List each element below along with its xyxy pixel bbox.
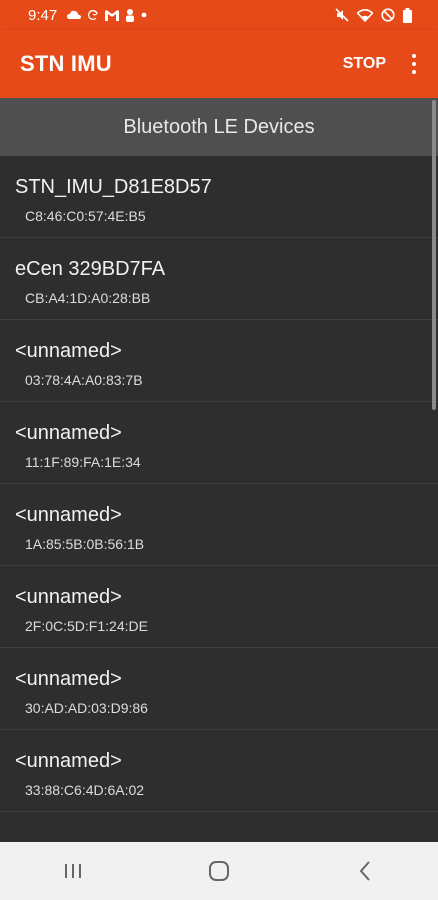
back-icon bbox=[359, 861, 370, 881]
device-name: <unnamed> bbox=[15, 504, 122, 526]
device-item[interactable] bbox=[0, 812, 438, 842]
status-left-icons bbox=[67, 8, 147, 22]
status-time: 9:47 bbox=[28, 6, 58, 24]
device-name: <unnamed> bbox=[15, 750, 122, 772]
recent-apps-icon bbox=[65, 864, 81, 878]
back-button[interactable] bbox=[335, 851, 395, 891]
wifi-icon bbox=[357, 8, 373, 22]
device-address: 2F:0C:5D:F1:24:DE bbox=[25, 618, 148, 634]
person-icon bbox=[125, 8, 135, 22]
app-title: STN IMU bbox=[20, 51, 112, 76]
google-icon bbox=[87, 9, 99, 21]
battery-icon bbox=[403, 7, 412, 23]
gmail-icon bbox=[105, 9, 120, 21]
do-not-disturb-icon bbox=[381, 8, 395, 22]
device-name: <unnamed> bbox=[15, 422, 122, 444]
scrollbar-thumb[interactable] bbox=[432, 100, 436, 410]
stop-button[interactable]: STOP bbox=[343, 55, 386, 73]
device-address: 30:AD:AD:03:D9:86 bbox=[25, 700, 148, 716]
device-item[interactable]: STN_IMU_D81E8D57 C8:46:C0:57:4E:B5 bbox=[0, 156, 438, 238]
section-header: Bluetooth LE Devices bbox=[0, 98, 438, 156]
device-name: <unnamed> bbox=[15, 668, 122, 690]
device-address: CB:A4:1D:A0:28:BB bbox=[25, 290, 151, 306]
mute-icon bbox=[335, 8, 349, 22]
section-title: Bluetooth LE Devices bbox=[123, 115, 315, 138]
recent-apps-button[interactable] bbox=[43, 851, 103, 891]
home-button[interactable] bbox=[189, 851, 249, 891]
device-address: 03:78:4A:A0:83:7B bbox=[25, 372, 143, 388]
device-item[interactable]: eCen 329BD7FA CB:A4:1D:A0:28:BB bbox=[0, 238, 438, 320]
device-item[interactable]: <unnamed> 11:1F:89:FA:1E:34 bbox=[0, 402, 438, 484]
device-item[interactable]: <unnamed> 2F:0C:5D:F1:24:DE bbox=[0, 566, 438, 648]
home-icon bbox=[209, 861, 229, 881]
device-address: 1A:85:5B:0B:56:1B bbox=[25, 536, 145, 552]
device-name: eCen 329BD7FA bbox=[15, 258, 166, 280]
device-name: STN_IMU_D81E8D57 bbox=[15, 176, 212, 198]
device-name: <unnamed> bbox=[15, 340, 122, 362]
device-address: C8:46:C0:57:4E:B5 bbox=[25, 208, 146, 224]
device-item[interactable]: <unnamed> 1A:85:5B:0B:56:1B bbox=[0, 484, 438, 566]
device-address: 33:88:C6:4D:6A:02 bbox=[25, 782, 145, 798]
device-item[interactable]: <unnamed> 30:AD:AD:03:D9:86 bbox=[0, 648, 438, 730]
device-item[interactable]: <unnamed> 03:78:4A:A0:83:7B bbox=[0, 320, 438, 402]
device-list[interactable]: STN_IMU_D81E8D57 C8:46:C0:57:4E:B5 eCen … bbox=[0, 156, 438, 842]
device-address: 11:1F:89:FA:1E:34 bbox=[25, 454, 141, 470]
app-bar: STN IMU STOP bbox=[0, 30, 438, 98]
navigation-bar bbox=[0, 842, 438, 900]
device-item[interactable]: <unnamed> 33:88:C6:4D:6A:02 bbox=[0, 730, 438, 812]
cloud-icon bbox=[67, 10, 82, 20]
dot-icon bbox=[141, 12, 147, 18]
status-right-icons bbox=[335, 7, 412, 23]
overflow-menu-icon[interactable] bbox=[412, 54, 418, 74]
status-bar: 9:47 bbox=[0, 0, 438, 30]
device-name: <unnamed> bbox=[15, 586, 122, 608]
